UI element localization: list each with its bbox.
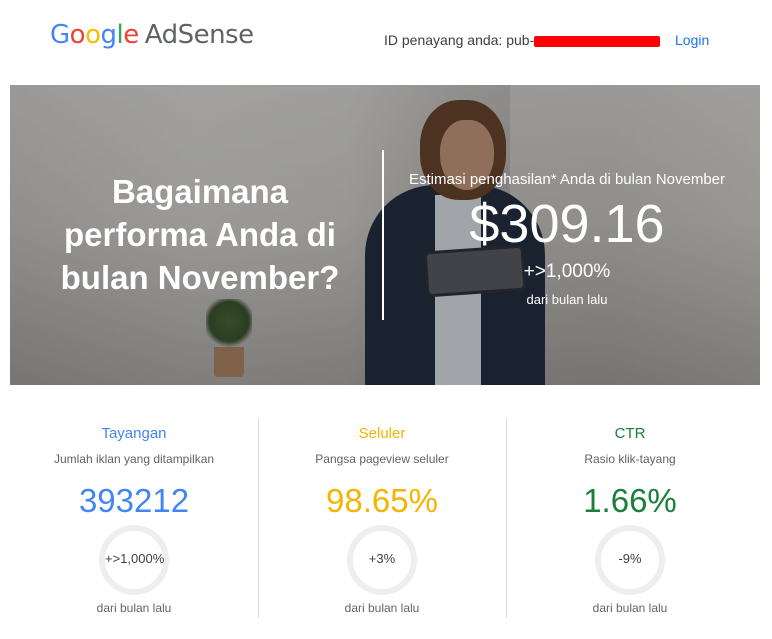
login-link[interactable]: Login	[675, 32, 709, 48]
publisher-id: ID penayang anda: pub-	[384, 32, 661, 48]
metric-title: Tayangan	[101, 425, 167, 442]
estimated-earnings-period: dari bulan lalu	[526, 292, 608, 307]
metric-value: 1.66%	[583, 482, 677, 519]
metric-value: 393212	[78, 482, 190, 519]
estimated-earnings-label: Estimasi penghasilan* Anda di bulan Nove…	[408, 171, 726, 188]
metric-impressions: Tayangan Jumlah iklan yang ditampilkan 3…	[10, 418, 258, 618]
estimated-earnings-change: +>1,000%	[523, 261, 611, 282]
metric-change: -9%	[618, 551, 642, 566]
logo-google-wordmark: Google	[50, 20, 139, 50]
metric-description: Jumlah iklan yang ditampilkan	[53, 452, 215, 466]
metric-footer: dari bulan lalu	[592, 601, 668, 615]
metric-change-circle: -9%	[595, 525, 665, 595]
metric-footer: dari bulan lalu	[344, 601, 420, 615]
metric-description: Rasio klik-tayang	[584, 452, 676, 466]
page-header: Google AdSense ID penayang anda: pub- Log…	[0, 0, 772, 84]
metric-title: Seluler	[358, 425, 406, 442]
hero-banner: Bagaimana performa Anda di bulan Novembe…	[10, 85, 760, 385]
metric-change: +>1,000%	[105, 551, 165, 566]
publisher-id-redaction	[534, 35, 661, 47]
metric-value: 98.65%	[326, 482, 438, 519]
metric-change-circle: +3%	[347, 525, 417, 595]
metrics-section: Tayangan Jumlah iklan yang ditampilkan 3…	[10, 418, 760, 618]
estimated-earnings-value: $309.16	[469, 194, 665, 254]
metric-title: CTR	[614, 425, 646, 442]
logo-product-name: AdSense	[144, 20, 254, 50]
google-adsense-logo[interactable]: Google AdSense	[50, 20, 254, 50]
hero-headline: Bagaimana performa Anda di bulan Novembe…	[60, 173, 340, 296]
metric-change-circle: +>1,000%	[99, 525, 169, 595]
metric-ctr: CTR Rasio klik-tayang 1.66% -9% dari bul…	[506, 418, 754, 618]
metric-description: Pangsa pageview seluler	[315, 452, 449, 466]
publisher-id-label: ID penayang anda: pub-	[384, 32, 535, 48]
metric-footer: dari bulan lalu	[96, 601, 172, 615]
metric-mobile: Seluler Pangsa pageview seluler 98.65% +…	[258, 418, 506, 618]
metric-change: +3%	[368, 551, 396, 566]
hero-divider	[382, 150, 384, 320]
